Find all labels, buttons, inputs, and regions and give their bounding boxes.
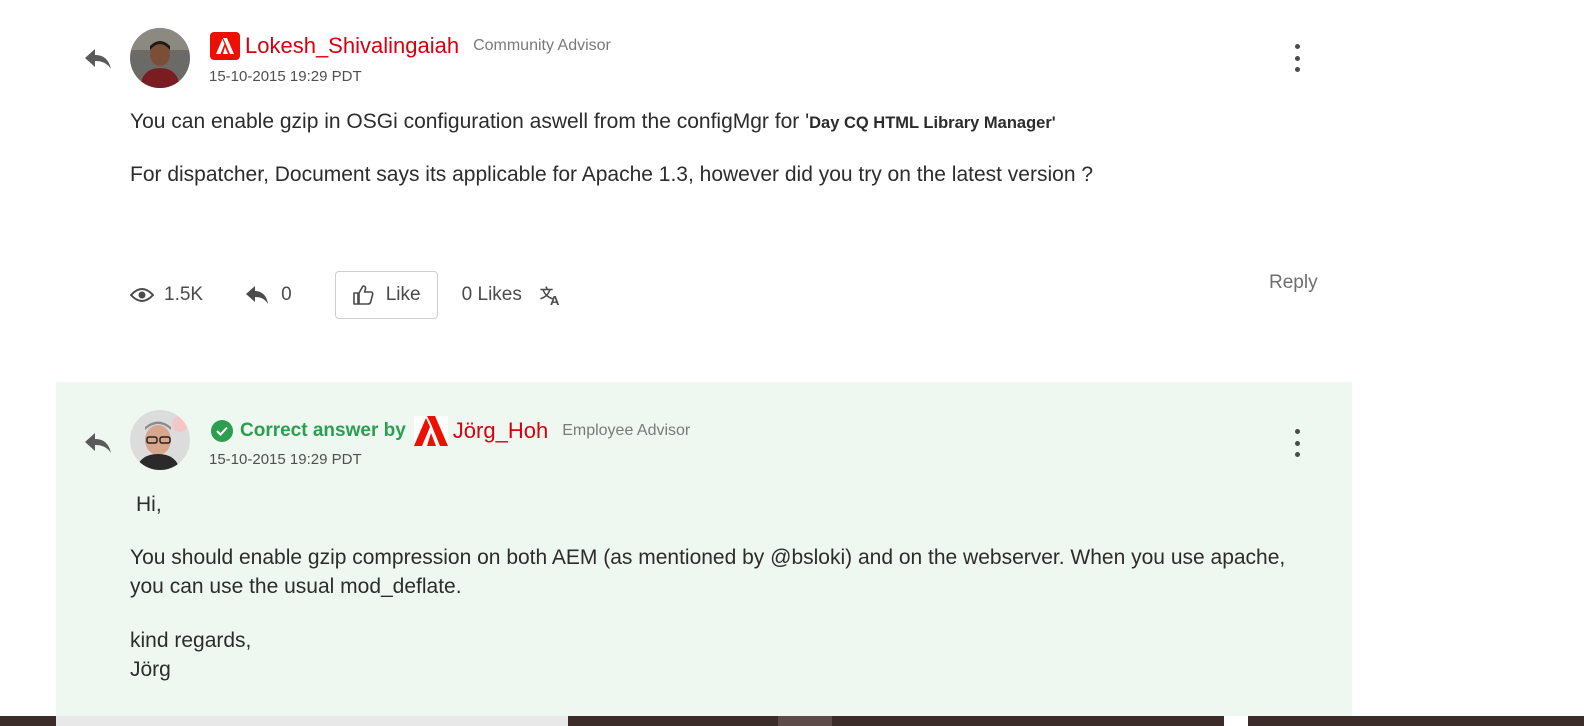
reply-post: Lokesh_Shivalingaiah Community Advisor 1… xyxy=(0,0,1584,370)
author-name[interactable]: Lokesh_Shivalingaiah xyxy=(245,33,459,59)
replies-count: 0 xyxy=(245,284,292,306)
author-line: Lokesh_Shivalingaiah Community Advisor xyxy=(210,32,611,60)
adobe-logo-icon xyxy=(413,416,448,446)
author-role-badge: Community Advisor xyxy=(473,37,611,54)
author-line: Correct answer by Jörg_Hoh Employee Advi… xyxy=(211,416,690,446)
avatar[interactable] xyxy=(130,28,190,88)
avatar[interactable] xyxy=(130,410,190,470)
check-circle-icon xyxy=(211,420,233,442)
post-timestamp: 15-10-2015 19:29 PDT xyxy=(209,451,362,468)
more-options-icon[interactable] xyxy=(1293,429,1301,457)
likes-count[interactable]: 0 Likes xyxy=(462,284,522,306)
accepted-answer-post: Correct answer by Jörg_Hoh Employee Advi… xyxy=(56,382,1352,717)
views-count: 1.5K xyxy=(130,284,203,306)
author-name[interactable]: Jörg_Hoh xyxy=(453,418,548,444)
translate-icon[interactable]: 文 A xyxy=(540,284,564,306)
post-signature: kind regards, Jörg xyxy=(130,629,252,681)
post-body-paragraph: You can enable gzip in OSGi configuratio… xyxy=(130,110,1056,133)
like-button[interactable]: Like xyxy=(334,271,438,319)
post-body-paragraph: For dispatcher, Document says its applic… xyxy=(130,163,1094,186)
author-role-badge: Employee Advisor xyxy=(562,422,691,439)
post-stats-bar: 1.5K 0 Like 0 Likes 文 A xyxy=(130,271,564,319)
eye-icon xyxy=(130,288,154,302)
post-body-paragraph: Hi, xyxy=(136,493,162,516)
bottom-edge xyxy=(0,716,1584,726)
post-body-paragraph: You should enable gzip compression on bo… xyxy=(130,546,1286,598)
reply-arrow-icon[interactable] xyxy=(83,431,113,455)
reply-icon xyxy=(246,286,269,304)
thumbs-up-icon xyxy=(352,285,374,305)
more-options-icon[interactable] xyxy=(1293,44,1301,72)
correct-answer-label: Correct answer by xyxy=(211,420,406,442)
adobe-logo-icon xyxy=(210,32,240,60)
svg-text:A: A xyxy=(550,293,560,306)
reply-arrow-icon[interactable] xyxy=(83,47,113,71)
reply-button[interactable]: Reply xyxy=(1269,272,1318,294)
post-timestamp: 15-10-2015 19:29 PDT xyxy=(209,68,362,85)
